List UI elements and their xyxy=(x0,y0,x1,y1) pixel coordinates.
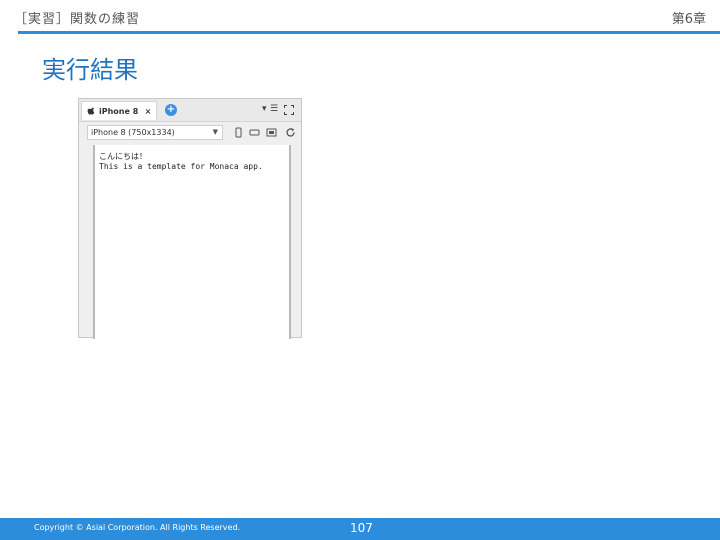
landscape-icon[interactable] xyxy=(249,127,260,138)
template-text: This is a template for Monaca app. xyxy=(99,162,263,171)
slide-title: 実行結果 xyxy=(42,56,138,84)
tab-close-icon[interactable]: × xyxy=(143,107,153,116)
simulator-panel: iPhone 8 × + ▾ ☰ iPhone 8 (750x1334) ▼ こ… xyxy=(78,98,302,339)
greeting-text: こんにちは！ xyxy=(99,152,147,161)
device-select[interactable]: iPhone 8 (750x1334) ▼ xyxy=(87,125,223,140)
device-select-value: iPhone 8 (750x1334) xyxy=(91,128,175,137)
page-number: 107 xyxy=(350,521,373,535)
screenshot-icon[interactable] xyxy=(266,127,277,138)
fullscreen-icon[interactable] xyxy=(284,105,294,115)
apple-icon xyxy=(87,107,95,115)
header-rule xyxy=(18,31,720,34)
add-tab-icon[interactable]: + xyxy=(165,104,177,116)
menu-icon[interactable]: ☰ xyxy=(270,104,278,114)
portrait-icon[interactable] xyxy=(233,127,244,138)
refresh-icon[interactable] xyxy=(285,127,296,138)
simulator-tab-bar: iPhone 8 × + ▾ ☰ xyxy=(79,99,301,122)
chapter-label: 第6章 xyxy=(671,12,706,27)
device-tab-label: iPhone 8 xyxy=(99,106,139,116)
device-tab[interactable]: iPhone 8 × xyxy=(81,101,157,120)
simulator-toolbar: iPhone 8 (750x1334) ▼ xyxy=(79,122,301,144)
caret-down-icon[interactable]: ▾ xyxy=(262,104,267,114)
footer-bar: Copyright © Asial Corporation. All Right… xyxy=(0,518,720,540)
copyright-text: Copyright © Asial Corporation. All Right… xyxy=(34,523,241,532)
section-title: ［実習］関数の練習 xyxy=(14,12,141,27)
device-screen: こんにちは！ This is a template for Monaca app… xyxy=(93,145,291,339)
select-arrow-icon: ▼ xyxy=(212,128,218,136)
